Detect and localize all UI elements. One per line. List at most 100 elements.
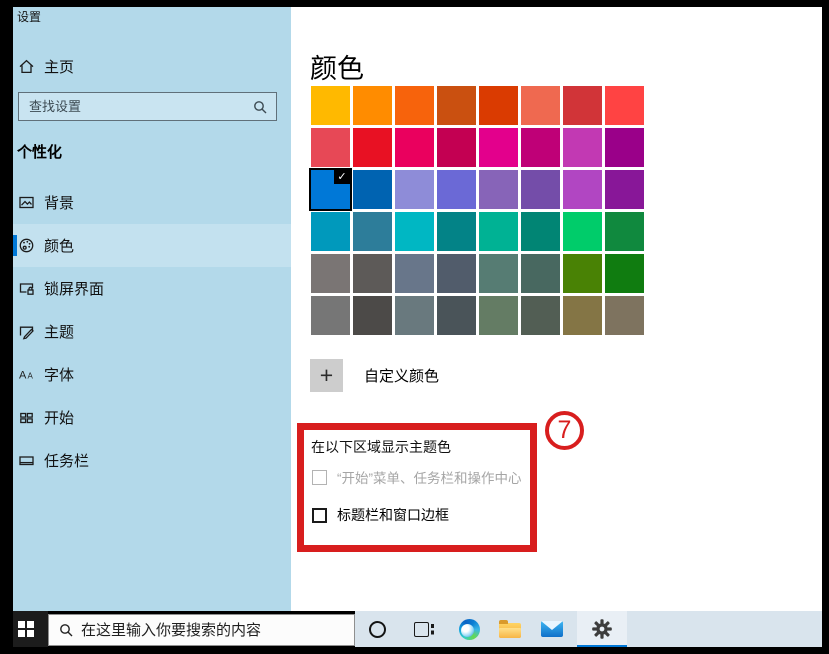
color-swatch[interactable] (437, 170, 476, 209)
color-swatch[interactable] (479, 212, 518, 251)
sidebar-item-home[interactable]: 主页 (18, 49, 74, 83)
sidebar-item-label: 颜色 (44, 235, 74, 256)
custom-color-row: + 自定义颜色 (310, 359, 439, 392)
sidebar-item-fonts[interactable]: AA 字体 (13, 353, 291, 396)
color-swatch[interactable] (479, 128, 518, 167)
custom-color-label: 自定义颜色 (364, 365, 439, 386)
color-swatch[interactable] (353, 128, 392, 167)
color-swatch[interactable] (521, 254, 560, 293)
svg-text:A: A (19, 370, 27, 382)
settings-search-box[interactable] (18, 92, 277, 121)
color-swatch[interactable] (479, 170, 518, 209)
color-swatch[interactable] (395, 212, 434, 251)
color-swatch[interactable] (395, 296, 434, 335)
edge-icon[interactable] (458, 611, 480, 647)
taskbar-search-box[interactable] (48, 614, 355, 646)
color-swatch[interactable] (563, 86, 602, 125)
checkbox-label: 标题栏和窗口边框 (337, 505, 449, 525)
color-swatch[interactable] (353, 86, 392, 125)
color-swatch[interactable] (395, 128, 434, 167)
sidebar-item-background[interactable]: 背景 (13, 181, 291, 224)
color-swatch[interactable] (437, 296, 476, 335)
taskbar-rect-icon (18, 452, 35, 469)
custom-color-button[interactable]: + (310, 359, 343, 392)
sidebar-item-label: 主题 (44, 321, 74, 342)
color-swatch[interactable] (563, 296, 602, 335)
sidebar-item-lockscreen[interactable]: 锁屏界面 (13, 267, 291, 310)
accent-color-grid: ✓ (311, 86, 644, 335)
color-swatch[interactable] (311, 296, 350, 335)
color-swatch[interactable] (563, 170, 602, 209)
sidebar-item-label: 锁屏界面 (44, 278, 104, 299)
color-swatch[interactable] (521, 170, 560, 209)
checkbox-label: “开始”菜单、任务栏和操作中心 (337, 467, 522, 487)
color-swatch[interactable] (563, 254, 602, 293)
task-view-icon[interactable] (412, 611, 430, 647)
color-swatch[interactable] (563, 128, 602, 167)
color-swatch[interactable] (605, 86, 644, 125)
sidebar-item-colors[interactable]: 颜色 (13, 224, 291, 267)
color-swatch[interactable] (521, 212, 560, 251)
checkbox-titlebars-borders[interactable] (312, 508, 327, 523)
color-swatch[interactable] (311, 128, 350, 167)
color-swatch[interactable]: ✓ (311, 170, 350, 209)
color-swatch[interactable] (437, 128, 476, 167)
main-content: 颜色 ✓ + 自定义颜色 在以下区域显示主题色 “开始”菜单、任务栏和操作中心 … (291, 7, 822, 611)
color-swatch[interactable] (521, 86, 560, 125)
color-swatch[interactable] (479, 254, 518, 293)
cortana-icon[interactable] (368, 611, 386, 647)
palette-icon (18, 237, 35, 254)
color-swatch[interactable] (395, 254, 434, 293)
settings-search-input[interactable] (19, 99, 253, 114)
accent-surfaces-header: 在以下区域显示主题色 (311, 437, 451, 457)
settings-window: 设置 主页 个性化 背景 (0, 0, 829, 654)
windows-start-icon[interactable] (18, 621, 34, 637)
color-swatch[interactable] (311, 86, 350, 125)
taskbar (13, 611, 822, 647)
mail-icon[interactable] (541, 611, 563, 647)
color-swatch[interactable] (353, 212, 392, 251)
color-swatch[interactable] (521, 128, 560, 167)
color-swatch[interactable] (353, 296, 392, 335)
taskbar-search-input[interactable] (81, 622, 354, 639)
annotation-number: 7 (558, 416, 572, 445)
sidebar-item-label: 主页 (44, 56, 74, 77)
color-swatch[interactable] (605, 296, 644, 335)
color-swatch[interactable] (395, 170, 434, 209)
checkbox-row-titlebars: 标题栏和窗口边框 (312, 500, 449, 530)
color-swatch[interactable] (605, 212, 644, 251)
color-swatch[interactable] (437, 254, 476, 293)
sidebar: 设置 主页 个性化 背景 (13, 7, 291, 611)
file-explorer-icon[interactable] (499, 611, 521, 647)
color-swatch[interactable] (521, 296, 560, 335)
sidebar-item-taskbar[interactable]: 任务栏 (13, 439, 291, 482)
color-swatch[interactable] (353, 254, 392, 293)
sidebar-section-personalization: 个性化 (17, 141, 62, 162)
search-icon (253, 100, 267, 114)
checkbox-row-start-taskbar: “开始”菜单、任务栏和操作中心 (312, 462, 522, 492)
lockscreen-icon (18, 280, 35, 297)
color-swatch[interactable] (605, 128, 644, 167)
color-swatch[interactable] (437, 212, 476, 251)
color-swatch[interactable] (437, 86, 476, 125)
color-swatch[interactable] (563, 212, 602, 251)
color-swatch[interactable] (479, 296, 518, 335)
color-swatch[interactable] (395, 86, 434, 125)
taskbar-icons-area (355, 611, 822, 647)
sidebar-item-themes[interactable]: 主题 (13, 310, 291, 353)
color-swatch[interactable] (353, 170, 392, 209)
color-swatch[interactable] (479, 86, 518, 125)
settings-gear-icon[interactable] (577, 611, 627, 647)
selected-check-icon: ✓ (334, 170, 350, 184)
sidebar-item-start[interactable]: 开始 (13, 396, 291, 439)
color-swatch[interactable] (605, 254, 644, 293)
color-swatch[interactable] (311, 212, 350, 251)
page-title: 颜色 (310, 47, 364, 86)
annotation-circle-7: 7 (545, 411, 584, 450)
sidebar-item-label: 开始 (44, 407, 74, 428)
color-swatch[interactable] (605, 170, 644, 209)
image-icon (18, 194, 35, 211)
color-swatch[interactable] (311, 254, 350, 293)
checkbox-start-taskbar-actioncenter (312, 470, 327, 485)
start-grid-icon (18, 409, 35, 426)
